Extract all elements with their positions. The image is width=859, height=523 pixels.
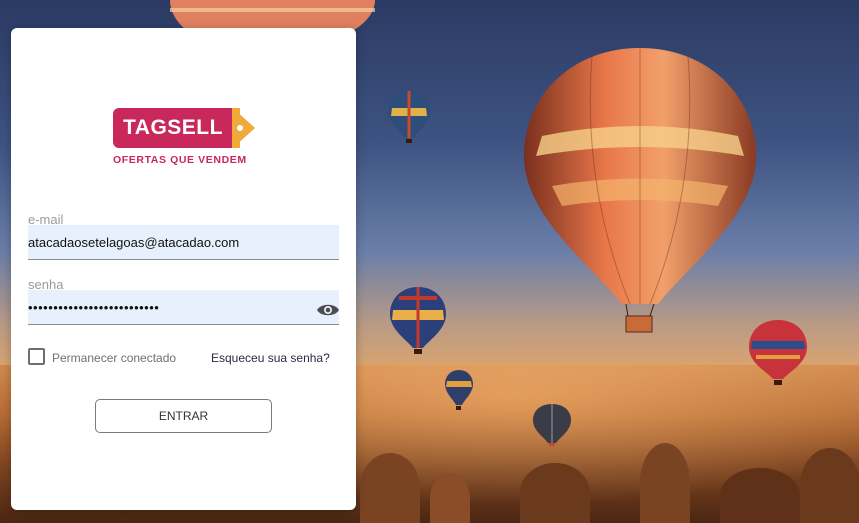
brand-tagline: OFERTAS QUE VENDEM	[113, 154, 247, 166]
email-field[interactable]	[28, 225, 339, 260]
eye-icon[interactable]	[316, 302, 340, 318]
brand-name: TAGSELL	[123, 116, 223, 139]
login-card: TAGSELL OFERTAS QUE VENDEM e-mail senha …	[11, 28, 356, 510]
hot-air-balloon-small	[749, 320, 807, 385]
remember-checkbox[interactable]	[28, 348, 45, 365]
login-button[interactable]: ENTRAR	[95, 399, 272, 433]
forgot-password-link[interactable]: Esqueceu sua senha?	[211, 351, 330, 365]
hot-air-balloon-small	[388, 91, 430, 143]
hot-air-balloon-small	[533, 404, 571, 446]
hot-air-balloon-small	[445, 370, 473, 410]
hot-air-balloon-small	[390, 287, 446, 354]
remember-label: Permanecer conectado	[52, 351, 177, 365]
password-field[interactable]: ••••••••••••••••••••••••••	[28, 290, 339, 325]
tagsell-logo: TAGSELL OFERTAS QUE VENDEM	[113, 108, 255, 168]
password-mask: ••••••••••••••••••••••••••	[28, 300, 160, 315]
hot-air-balloon-large	[524, 48, 756, 333]
